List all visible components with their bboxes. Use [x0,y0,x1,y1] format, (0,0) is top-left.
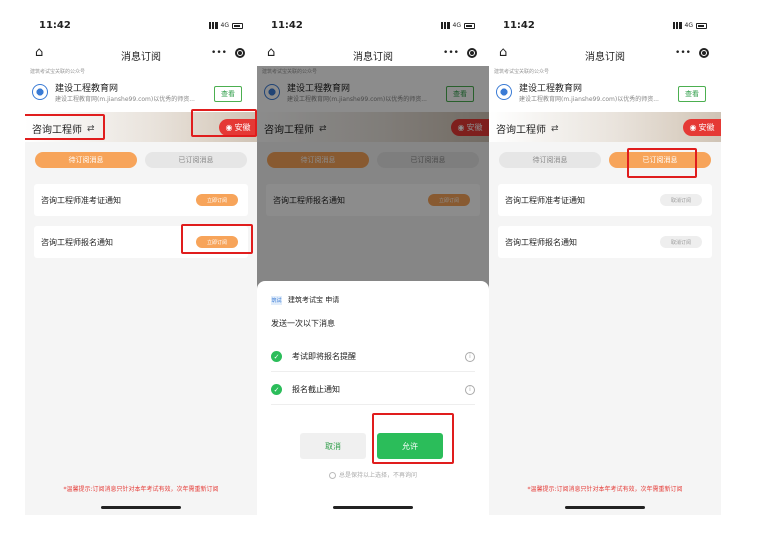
tab-pending[interactable]: 待订阅消息 [35,152,137,168]
signal-icon [208,22,218,29]
info-icon[interactable]: i [465,351,475,362]
swap-icon: ⇄ [551,123,559,134]
phone-screen-dialog: 11:42 4G ⌂ 消息订阅 ••• 建筑考试宝关联的公众号 建设工程教育网 … [257,10,489,515]
status-bar: 11:42 4G [25,10,257,40]
more-icon[interactable]: ••• [675,48,691,58]
status-time: 11:42 [39,20,71,31]
highlight-box [25,114,105,140]
exam-name: 咨询工程师 [496,125,546,136]
close-icon[interactable] [234,48,245,58]
signal-indicator: 4G [672,22,707,29]
permission-item[interactable]: ✓ 报名截止通知 i [271,375,475,405]
mini-program-capsule[interactable]: ••• [207,44,249,62]
view-account-button[interactable]: 查看 [678,86,706,102]
notice-title: 咨询工程师报名通知 [505,238,577,247]
account-logo-icon [496,84,512,100]
app-logo-icon: 筑试 [271,295,282,305]
subscribe-tabs: 待订阅消息 已订阅消息 [35,152,247,168]
cancel-button[interactable]: 取消 [300,433,366,459]
view-account-button[interactable]: 查看 [214,86,242,102]
close-icon[interactable] [698,48,709,58]
exam-switch[interactable]: 咨询工程师 ⇄ [496,121,559,137]
account-desc: 建设工程教育网(m.jianshe99.com)以优秀的师资... [55,96,195,103]
dialog-app-label: 建筑考试宝 申请 [288,296,340,304]
battery-icon [232,22,243,29]
notice-title: 咨询工程师准考证通知 [505,196,585,205]
battery-icon [696,22,707,29]
official-account-card: 建筑考试宝关联的公众号 建设工程教育网 建设工程教育网(m.jianshe99.… [25,66,257,112]
status-time: 11:42 [271,20,303,31]
signal-indicator: 4G [440,22,475,29]
account-subtitle: 建筑考试宝关联的公众号 [30,69,86,75]
mini-program-capsule[interactable]: ••• [439,44,481,62]
list-item: 咨询工程师报名通知 取消订阅 [498,226,712,258]
phone-screen-pending: 11:42 4G ⌂ 消息订阅 ••• 建筑考试宝关联的公众号 建设工程教育网 … [25,10,257,515]
home-indicator [101,506,181,509]
mini-program-capsule[interactable]: ••• [671,44,713,62]
tab-subscribed[interactable]: 已订阅消息 [145,152,247,168]
permission-label: 考试即将报名提醒 [292,352,356,361]
radio-icon[interactable] [328,472,336,479]
dialog-header: 筑试 建筑考试宝 申请 [271,295,339,305]
list-item: 咨询工程师准考证通知 立即订阅 [34,184,248,216]
always-keep-option[interactable]: 总是保持以上选择，不再询问 [257,470,489,479]
network-label: 4G [684,22,693,29]
more-icon[interactable]: ••• [211,48,227,58]
signal-icon [440,22,450,29]
tab-pending[interactable]: 待订阅消息 [499,152,601,168]
battery-icon [464,22,475,29]
unsubscribe-button[interactable]: 取消订阅 [660,194,702,206]
notice-title: 咨询工程师报名通知 [41,238,113,247]
list-item: 咨询工程师准考证通知 取消订阅 [498,184,712,216]
highlight-box [627,148,697,178]
highlight-box [191,109,257,137]
nav-bar: ⌂ 消息订阅 ••• [257,40,489,66]
network-label: 4G [220,22,229,29]
more-icon[interactable]: ••• [443,48,459,58]
footer-tip: *温馨提示:订阅消息只针对本年考试有效，次年需重新订阅 [527,486,683,493]
status-time: 11:42 [503,20,535,31]
home-indicator [565,506,645,509]
signal-icon [672,22,682,29]
location-button[interactable]: ◉ 安徽 [683,119,721,136]
official-account-card: 建筑考试宝关联的公众号 建设工程教育网 建设工程教育网(m.jianshe99.… [489,66,721,112]
status-bar: 11:42 4G [257,10,489,40]
nav-bar: ⌂ 消息订阅 ••• [25,40,257,66]
check-icon[interactable]: ✓ [271,384,282,395]
highlight-box [372,413,454,464]
dialog-title: 发送一次以下消息 [271,319,335,328]
status-bar: 11:42 4G [489,10,721,40]
footer-tip: *温馨提示:订阅消息只针对本年考试有效，次年需重新订阅 [63,486,219,493]
account-desc: 建设工程教育网(m.jianshe99.com)以优秀的师资... [519,96,659,103]
check-icon[interactable]: ✓ [271,351,282,362]
phone-screen-subscribed: 11:42 4G ⌂ 消息订阅 ••• 建筑考试宝关联的公众号 建设工程教育网 … [489,10,721,515]
permission-label: 报名截止通知 [292,385,340,394]
unsubscribe-button[interactable]: 取消订阅 [660,236,702,248]
exam-banner: 咨询工程师 ⇄ ◉ 安徽 [489,112,721,142]
always-keep-label: 总是保持以上选择，不再询问 [338,472,417,479]
account-logo-icon [32,84,48,100]
close-icon[interactable] [466,48,477,58]
signal-indicator: 4G [208,22,243,29]
location-label: 安徽 [698,123,715,132]
nav-bar: ⌂ 消息订阅 ••• [489,40,721,66]
subscribe-button[interactable]: 立即订阅 [196,194,238,206]
highlight-box [181,224,253,254]
subscribe-permission-dialog: 筑试 建筑考试宝 申请 发送一次以下消息 ✓ 考试即将报名提醒 i ✓ 报名截止通… [257,281,489,515]
network-label: 4G [452,22,461,29]
info-icon[interactable]: i [465,384,475,395]
account-name: 建设工程教育网 [519,84,583,94]
account-name: 建设工程教育网 [55,84,119,94]
permission-item[interactable]: ✓ 考试即将报名提醒 i [271,342,475,372]
account-subtitle: 建筑考试宝关联的公众号 [494,69,550,75]
home-indicator [333,506,413,509]
location-pin-icon: ◉ [689,123,697,132]
notice-title: 咨询工程师准考证通知 [41,196,121,205]
